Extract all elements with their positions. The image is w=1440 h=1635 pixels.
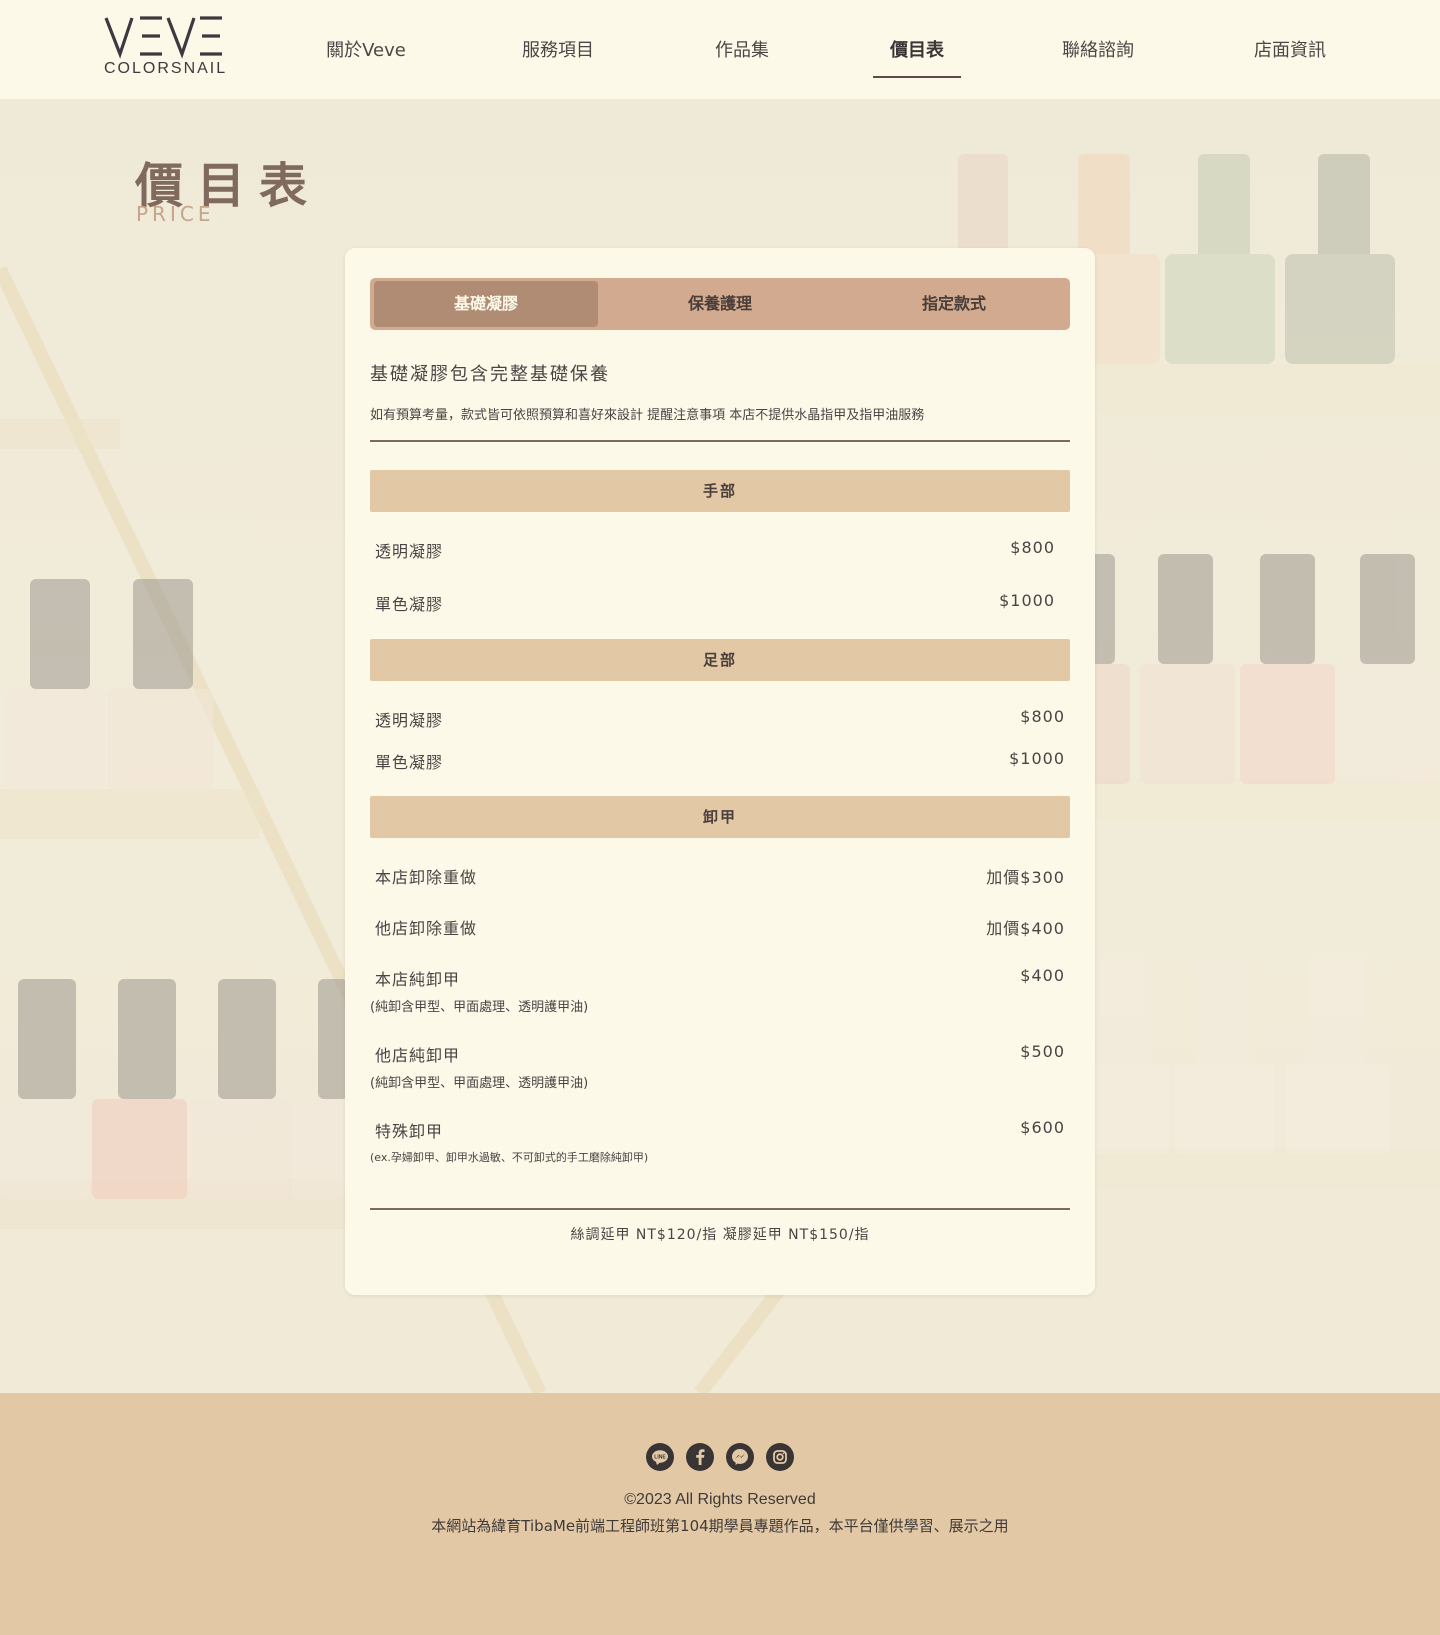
nav-services[interactable]: 服務項目 — [518, 36, 598, 72]
price-item-price: $600 — [1020, 1118, 1065, 1137]
price-item-note: (ex.孕婦卸甲、卸甲水過敏、不可卸式的手工磨除純卸甲) — [370, 1151, 649, 1164]
price-item-name: 透明凝膠 — [375, 711, 444, 730]
price-item-name: 透明凝膠 — [375, 542, 444, 561]
price-item-price: $400 — [1020, 966, 1065, 985]
nav-price[interactable]: 價目表 — [873, 36, 961, 78]
price-item-name: 特殊卸甲 — [375, 1122, 444, 1141]
tab-care[interactable]: 保養護理 — [608, 281, 832, 327]
nav-store-info[interactable]: 店面資訊 — [1250, 36, 1330, 72]
instagram-icon[interactable] — [766, 1443, 794, 1471]
messenger-icon[interactable] — [726, 1443, 754, 1471]
price-tabs: 基礎凝膠 保養護理 指定款式 — [370, 278, 1070, 330]
intro-note: 如有預算考量，款式皆可依照預算和喜好來設計 提醒注意事項 本店不提供水晶指甲及指… — [370, 408, 925, 423]
divider-top — [370, 440, 1070, 442]
price-item-price: $500 — [1020, 1042, 1065, 1061]
price-card: 基礎凝膠 保養護理 指定款式 基礎凝膠包含完整基礎保養 如有預算考量，款式皆可依… — [345, 248, 1095, 1295]
price-item-price: 加價$400 — [986, 919, 1065, 938]
price-item-note: (純卸含甲型、甲面處理、透明護甲油) — [370, 1076, 589, 1091]
section-head-foot: 足部 — [370, 639, 1070, 681]
copyright: ©2023 All Rights Reserved — [624, 1491, 816, 1508]
nav-contact[interactable]: 聯絡諮詢 — [1058, 36, 1138, 72]
price-item-name: 本店純卸甲 — [375, 970, 461, 989]
price-item-name: 他店純卸甲 — [375, 1046, 461, 1065]
intro-title: 基礎凝膠包含完整基礎保養 — [370, 364, 610, 385]
price-item-price: $800 — [1010, 538, 1055, 557]
section-head-removal: 卸甲 — [370, 796, 1070, 838]
extension-prices: 絲調延甲 NT$120/指 凝膠延甲 NT$150/指 — [570, 1227, 870, 1243]
tab-designated-style[interactable]: 指定款式 — [842, 281, 1066, 327]
price-item-name: 他店卸除重做 — [375, 919, 478, 938]
facebook-icon[interactable] — [686, 1443, 714, 1471]
price-item-name: 單色凝膠 — [375, 753, 444, 772]
divider-bottom — [370, 1208, 1070, 1210]
price-item-name: 單色凝膠 — [375, 595, 444, 614]
tab-basic-gel[interactable]: 基礎凝膠 — [374, 281, 598, 327]
site-footer: LINE ©2023 All Rights Reserved 本網站為緯育Tib… — [0, 1393, 1440, 1635]
nav-about[interactable]: 關於Veve — [326, 36, 406, 72]
price-item-price: $1000 — [999, 591, 1055, 610]
price-item-price: 加價$300 — [986, 868, 1065, 887]
price-item-price: $800 — [1020, 707, 1065, 726]
page-subtitle: PRICE — [136, 202, 215, 226]
site-header: COLORSNAIL 關於Veve 服務項目 作品集 價目表 聯絡諮詢 店面資訊 — [0, 0, 1440, 99]
disclaimer: 本網站為緯育TibaMe前端工程師班第104期學員專題作品，本平台僅供學習、展示… — [431, 1517, 1009, 1535]
line-icon[interactable]: LINE — [646, 1443, 674, 1471]
price-item-name: 本店卸除重做 — [375, 868, 478, 887]
price-item-note: (純卸含甲型、甲面處理、透明護甲油) — [370, 1000, 589, 1015]
main-nav: 關於Veve 服務項目 作品集 價目表 聯絡諮詢 店面資訊 — [0, 0, 1440, 99]
svg-text:LINE: LINE — [654, 1455, 666, 1461]
section-head-hand: 手部 — [370, 470, 1070, 512]
nav-portfolio[interactable]: 作品集 — [712, 36, 772, 72]
price-item-price: $1000 — [1009, 749, 1065, 768]
social-links: LINE — [646, 1443, 796, 1471]
